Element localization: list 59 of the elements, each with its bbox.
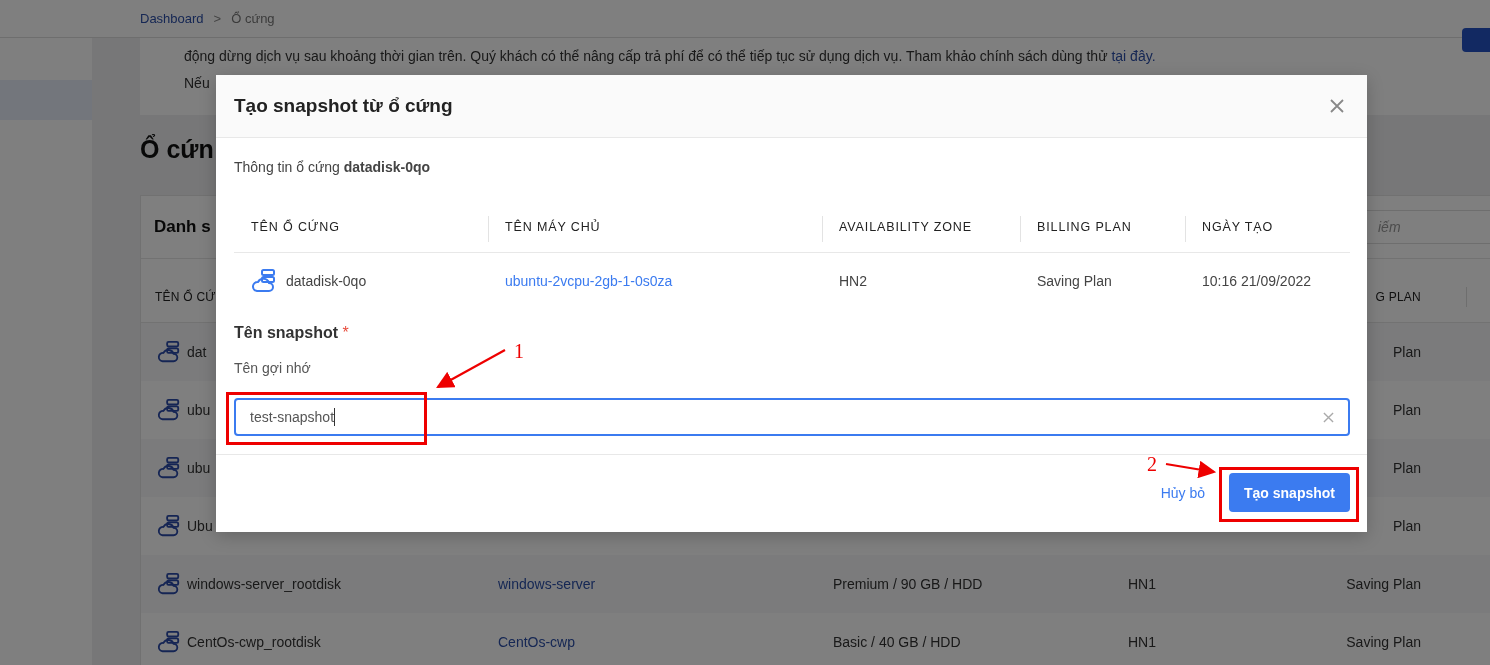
table-cell: HN2 [839, 272, 867, 289]
column-header: AVAILABILITY ZONE [839, 220, 972, 234]
table-cell: windows-server_rootdisk [187, 576, 342, 592]
card-title: Danh s [154, 217, 211, 237]
disk-info-text: Thông tin ổ cứng datadisk-0qo [234, 158, 432, 177]
table-cell: Ubu [187, 518, 213, 534]
annotation-arrow [1165, 460, 1217, 479]
disk-cloud-icon [157, 514, 181, 538]
table-cell: Plan [1392, 344, 1421, 360]
disk-cloud-icon [157, 630, 181, 654]
server-link[interactable]: CentOs-cwp [498, 634, 576, 650]
step-number: 1 [514, 340, 524, 363]
dialog-title: Tạo snapshot từ ổ cứng [234, 95, 453, 117]
breadcrumb-current: Ổ cứng [231, 11, 275, 26]
table-cell: 10:16 21/09/2022 [1202, 272, 1311, 289]
cancel-button[interactable]: Hủy bỏ [1160, 484, 1205, 501]
column-header: TÊN Ổ CỨ [154, 289, 217, 304]
disk-cloud-icon [157, 572, 181, 596]
server-link[interactable]: ubuntu-2vcpu-2gb-1-0s0za [505, 272, 673, 289]
table-cell: Premium / 90 GB / HDD [833, 576, 983, 592]
table-cell: HN1 [1128, 576, 1156, 592]
column-header: BILLING PLAN [1037, 220, 1132, 234]
column-header: NGÀY TẠO [1202, 220, 1274, 234]
table-cell: Basic / 40 GB / HDD [833, 634, 961, 650]
policy-link[interactable]: tại đây. [1111, 48, 1156, 64]
table-cell: dat [187, 344, 207, 360]
table-cell: Saving Plan [1346, 634, 1421, 650]
column-header: TÊN MÁY CHỦ [505, 220, 601, 234]
clear-icon[interactable] [1323, 411, 1334, 423]
close-icon[interactable] [1329, 98, 1345, 114]
table-cell: Plan [1392, 518, 1421, 534]
table-cell: ubu [187, 402, 211, 418]
step-number: 2 [1147, 453, 1157, 476]
disk-cloud-icon [157, 456, 181, 480]
field-title: Tên snapshot [234, 324, 338, 341]
disk-cloud-icon [157, 340, 181, 364]
breadcrumb-link[interactable]: Dashboard [140, 11, 204, 26]
column-header: G PLAN [1374, 289, 1422, 304]
notice-text: Nếu [184, 75, 210, 91]
server-link[interactable]: windows-server [498, 576, 596, 592]
annotation-arrow [436, 349, 506, 389]
disk-cloud-icon [157, 398, 181, 422]
required-mark: * [342, 324, 349, 341]
table-cell: Plan [1392, 460, 1421, 476]
column-header: TÊN Ổ CỨNG [251, 220, 340, 234]
disk-cloud-icon [251, 267, 277, 294]
table-cell: datadisk-0qo [286, 272, 367, 289]
page-heading: Ổ cứn [140, 135, 214, 165]
create-snapshot-button[interactable]: Tạo snapshot [1229, 473, 1350, 512]
table-cell: CentOs-cwp_rootdisk [187, 634, 321, 650]
table-cell: ubu [187, 460, 211, 476]
notice-text: động dừng dịch vụ sau khoảng thời gian trên. Quý khách có thể nâng cấp trả phí để có thể tiếp tục sử dụng dịch vụ. Tham khảo chính sách dùng thử [184, 48, 1108, 64]
table-cell: Plan [1392, 402, 1421, 418]
table-cell: Saving Plan [1346, 576, 1421, 592]
snapshot-name-field[interactable]: test-snapshot [234, 398, 1350, 436]
table-cell: Saving Plan [1037, 272, 1112, 289]
breadcrumb-separator: > [213, 11, 222, 26]
field-label: Tên gợi nhớ [234, 359, 311, 378]
table-cell: HN1 [1128, 634, 1156, 650]
